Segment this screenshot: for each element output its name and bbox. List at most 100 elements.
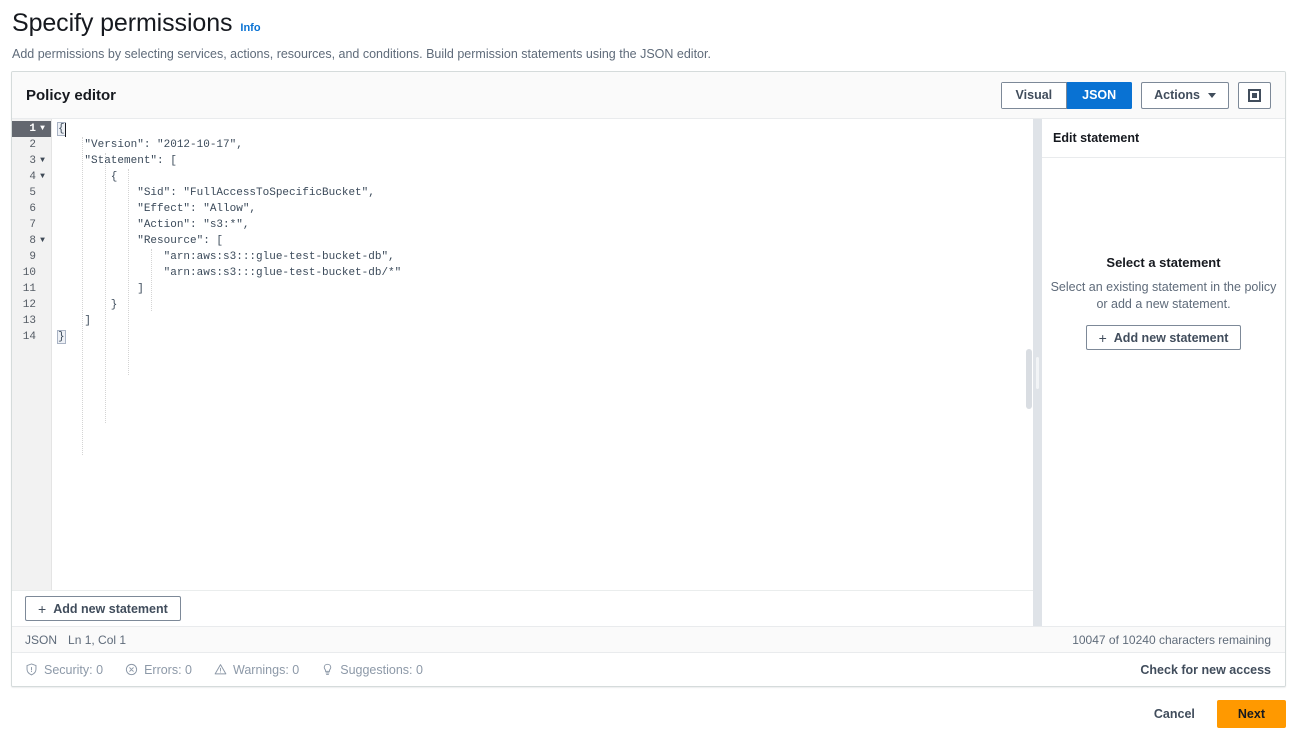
gutter-line-6[interactable]: 6▼ — [12, 201, 51, 217]
code-line-13[interactable]: ] — [52, 313, 1033, 329]
code-line-6[interactable]: "Effect": "Allow", — [52, 201, 1033, 217]
page-title-row: Specify permissions Info — [12, 8, 1285, 38]
gutter-line-2[interactable]: 2▼ — [12, 137, 51, 153]
code-scrollbar-thumb[interactable] — [1026, 349, 1032, 409]
code-line-9[interactable]: "arn:aws:s3:::glue-test-bucket-db", — [52, 249, 1033, 265]
gutter-line-13[interactable]: 13▼ — [12, 313, 51, 329]
edit-statement-header: Edit statement — [1042, 119, 1285, 158]
line-number: 7 — [29, 219, 36, 231]
panel-add-new-statement-button[interactable]: + Add new statement — [1085, 325, 1242, 350]
actions-button-label: Actions — [1154, 88, 1200, 102]
gutter-line-12[interactable]: 12▼ — [12, 297, 51, 313]
error-circle-icon — [125, 663, 138, 676]
actions-button[interactable]: Actions — [1141, 81, 1229, 109]
policy-editor-header: Policy editor Visual JSON Actions — [12, 72, 1285, 119]
gutter-line-10[interactable]: 10▼ — [12, 265, 51, 281]
code-line-5[interactable]: "Sid": "FullAccessToSpecificBucket", — [52, 185, 1033, 201]
edit-statement-empty-state: Select a statement Select an existing st… — [1042, 158, 1285, 626]
code-line-4[interactable]: { — [52, 169, 1033, 185]
fold-arrow-icon[interactable]: ▼ — [38, 169, 47, 185]
panel-add-new-statement-label: Add new statement — [1113, 330, 1229, 345]
maximize-icon — [1248, 88, 1261, 102]
plus-icon: + — [1098, 329, 1107, 346]
gutter-line-7[interactable]: 7▼ — [12, 217, 51, 233]
page-header: Specify permissions Info Add permissions… — [0, 0, 1297, 63]
code-line-14[interactable]: } — [52, 329, 1033, 345]
code-line-1[interactable]: { — [52, 121, 1033, 137]
line-number: 2 — [29, 139, 36, 151]
code-line-8[interactable]: "Resource": [ — [52, 233, 1033, 249]
diagnostics-bar: Security: 0 Errors: 0 Warnings: 0 Sugges… — [12, 652, 1285, 686]
add-new-statement-button[interactable]: + Add new statement — [25, 596, 181, 621]
code-line-2[interactable]: "Version": "2012-10-17", — [52, 137, 1033, 153]
diagnostic-warnings[interactable]: Warnings: 0 — [214, 663, 299, 677]
gutter-line-5[interactable]: 5▼ — [12, 185, 51, 201]
cursor-position: Ln 1, Col 1 — [68, 632, 127, 647]
matching-brace-highlight: } — [57, 330, 66, 344]
gutter-line-14[interactable]: 14▼ — [12, 329, 51, 345]
code-scroll[interactable]: { "Version": "2012-10-17", "Statement": … — [52, 119, 1033, 590]
code-line-7[interactable]: "Action": "s3:*", — [52, 217, 1033, 233]
line-number: 3 — [29, 155, 36, 167]
matching-brace-highlight: { — [57, 122, 66, 136]
policy-editor-title: Policy editor — [26, 86, 117, 104]
gutter-line-8[interactable]: 8 ▼ — [12, 233, 51, 249]
gutter-line-4[interactable]: 4 ▼ — [12, 169, 51, 185]
code-line-11[interactable]: ] — [52, 281, 1033, 297]
diagnostic-errors-label: Errors: 0 — [144, 662, 192, 677]
line-number: 1 — [29, 123, 36, 135]
line-number: 6 — [29, 203, 36, 215]
code-line-12[interactable]: } — [52, 297, 1033, 313]
code-line-3[interactable]: "Statement": [ — [52, 153, 1033, 169]
diagnostic-warnings-label: Warnings: 0 — [233, 662, 300, 677]
text-caret — [65, 123, 66, 137]
warning-triangle-icon — [214, 664, 227, 675]
code-area: 1▼2▼3▼4▼5▼6▼7▼8▼9▼10▼11▼12▼13▼14▼ { "Ver… — [12, 119, 1033, 590]
diagnostic-security[interactable]: Security: 0 — [25, 663, 103, 677]
check-for-new-access-link[interactable]: Check for new access — [1140, 663, 1271, 677]
lightbulb-icon — [323, 663, 332, 675]
view-toggle: Visual JSON — [1000, 81, 1133, 109]
gutter-line-1[interactable]: 1 ▼ — [12, 121, 51, 137]
gutter-line-3[interactable]: 3 ▼ — [12, 153, 51, 169]
editor-status-bar: JSON Ln 1, Col 1 10047 of 10240 characte… — [12, 626, 1285, 652]
diagnostic-errors[interactable]: Errors: 0 — [125, 663, 192, 677]
diagnostic-suggestions[interactable]: Suggestions: 0 — [321, 663, 423, 677]
wizard-footer: Cancel Next — [1150, 700, 1286, 728]
line-number: 5 — [29, 187, 36, 199]
language-label: JSON — [25, 632, 58, 647]
fold-arrow-icon[interactable]: ▼ — [38, 153, 47, 169]
gutter-line-11[interactable]: 11▼ — [12, 281, 51, 297]
line-number: 9 — [29, 251, 36, 263]
empty-state-title: Select a statement — [1106, 255, 1221, 270]
gutter-line-9[interactable]: 9▼ — [12, 249, 51, 265]
tab-visual[interactable]: Visual — [1000, 81, 1068, 109]
line-number: 12 — [22, 299, 36, 311]
fold-arrow-icon[interactable]: ▼ — [38, 233, 47, 249]
fold-arrow-icon[interactable]: ▼ — [38, 121, 47, 137]
maximize-button[interactable] — [1238, 81, 1271, 109]
page-description: Add permissions by selecting services, a… — [12, 47, 711, 61]
diagnostic-security-label: Security: 0 — [44, 662, 104, 677]
code-line-10[interactable]: "arn:aws:s3:::glue-test-bucket-db/*" — [52, 265, 1033, 281]
page-title: Specify permissions — [12, 9, 233, 37]
line-number-gutter: 1▼2▼3▼4▼5▼6▼7▼8▼9▼10▼11▼12▼13▼14▼ — [12, 119, 52, 590]
tab-json[interactable]: JSON — [1067, 81, 1133, 109]
panel-resize-handle[interactable] — [1033, 119, 1042, 626]
policy-editor-card: Policy editor Visual JSON Actions 1▼2▼3▼… — [11, 71, 1286, 687]
status-bar-left: JSON Ln 1, Col 1 — [25, 633, 126, 647]
diagnostics-items: Security: 0 Errors: 0 Warnings: 0 Sugges… — [25, 663, 423, 677]
shield-alert-icon — [26, 663, 37, 676]
line-number: 11 — [22, 283, 36, 295]
code-scrollbar[interactable] — [1025, 119, 1033, 590]
next-button[interactable]: Next — [1216, 700, 1286, 728]
chevron-down-icon — [1208, 92, 1216, 98]
line-number: 10 — [22, 267, 36, 279]
diagnostic-suggestions-label: Suggestions: 0 — [340, 662, 423, 677]
cancel-button[interactable]: Cancel — [1150, 707, 1199, 721]
plus-icon: + — [38, 600, 47, 617]
line-number: 4 — [29, 171, 36, 183]
line-number: 13 — [22, 315, 36, 327]
info-link[interactable]: Info — [240, 22, 260, 34]
add-statement-bar: + Add new statement — [12, 590, 1033, 626]
